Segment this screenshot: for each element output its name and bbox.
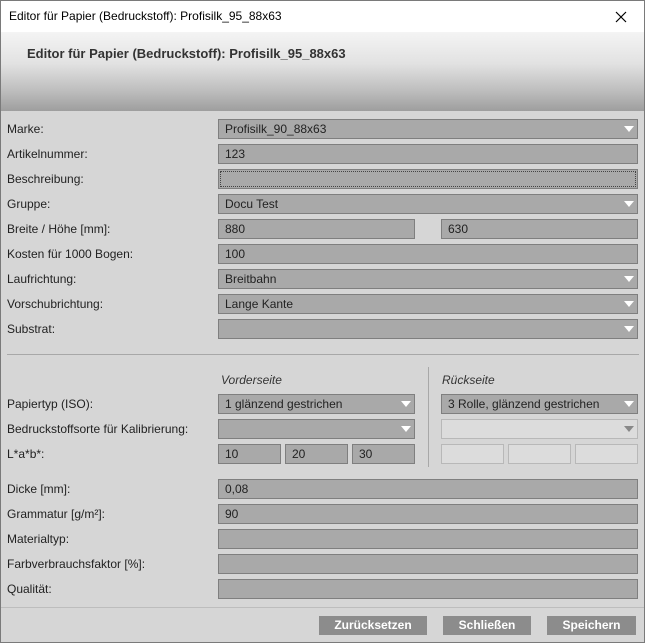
lab-back-b-input[interactable] (575, 444, 638, 464)
bedruckstoffsorte-front-select[interactable] (218, 419, 415, 439)
chevron-down-icon (621, 420, 637, 438)
lab-front-l-input[interactable]: 10 (218, 444, 281, 464)
bedruckstoffsorte-back-select[interactable] (441, 419, 638, 439)
back-side-heading: Rückseite (442, 373, 495, 387)
vorschubrichtung-value: Lange Kante (225, 297, 294, 311)
chevron-down-icon (621, 320, 637, 338)
chevron-down-icon (621, 270, 637, 288)
column-divider (428, 367, 429, 467)
dialog-header: Editor für Papier (Bedruckstoff): Profis… (1, 32, 644, 111)
section-divider (7, 354, 639, 355)
farbverbrauch-input[interactable] (218, 554, 638, 574)
marke-value: Profisilk_90_88x63 (225, 122, 327, 136)
gruppe-label: Gruppe: (7, 197, 51, 211)
hoehe-input[interactable]: 630 (441, 219, 638, 239)
papiertyp-back-value: 3 Rolle, glänzend gestrichen (448, 397, 600, 411)
laufrichtung-value: Breitbahn (225, 272, 277, 286)
chevron-down-icon (621, 195, 637, 213)
front-side-heading: Vorderseite (221, 373, 282, 387)
laufrichtung-select[interactable]: Breitbahn (218, 269, 638, 289)
chevron-down-icon (621, 120, 637, 138)
chevron-down-icon (621, 295, 637, 313)
artikelnummer-input[interactable]: 123 (218, 144, 638, 164)
beschreibung-input[interactable] (218, 169, 638, 189)
materialtyp-input[interactable] (218, 529, 638, 549)
laufrichtung-label: Laufrichtung: (7, 272, 77, 286)
breite-input[interactable]: 880 (218, 219, 415, 239)
gruppe-value: Docu Test (225, 197, 279, 211)
editor-window: Editor für Papier (Bedruckstoff): Profis… (0, 0, 645, 643)
chevron-down-icon (398, 420, 414, 438)
lab-label: L*a*b*: (7, 447, 45, 461)
save-button[interactable]: Speichern (547, 616, 636, 635)
chevron-down-icon (621, 395, 637, 413)
papiertyp-front-select[interactable]: 1 glänzend gestrichen (218, 394, 415, 414)
lab-front-b-input[interactable]: 30 (352, 444, 415, 464)
materialtyp-label: Materialtyp: (7, 532, 70, 546)
close-dialog-button[interactable]: Schließen (443, 616, 531, 635)
beschreibung-label: Beschreibung: (7, 172, 84, 186)
papiertyp-front-value: 1 glänzend gestrichen (225, 397, 343, 411)
marke-select[interactable]: Profisilk_90_88x63 (218, 119, 638, 139)
grammatur-input[interactable]: 90 (218, 504, 638, 524)
marke-label: Marke: (7, 122, 44, 136)
button-bar: Zurücksetzen Schließen Speichern (1, 607, 644, 642)
dicke-label: Dicke [mm]: (7, 482, 71, 496)
kosten-label: Kosten für 1000 Bogen: (7, 247, 134, 261)
qualitaet-input[interactable] (218, 579, 638, 599)
close-icon (615, 11, 627, 22)
vorschubrichtung-select[interactable]: Lange Kante (218, 294, 638, 314)
vorschubrichtung-label: Vorschubrichtung: (7, 297, 104, 311)
grammatur-label: Grammatur [g/m²]: (7, 507, 106, 521)
title-bar: Editor für Papier (Bedruckstoff): Profis… (1, 1, 644, 32)
bedruckstoffsorte-label: Bedruckstoffsorte für Kalibrierung: (7, 422, 189, 436)
papiertyp-back-select[interactable]: 3 Rolle, glänzend gestrichen (441, 394, 638, 414)
gruppe-select[interactable]: Docu Test (218, 194, 638, 214)
artikelnummer-label: Artikelnummer: (7, 147, 88, 161)
header-title: Editor für Papier (Bedruckstoff): Profis… (27, 46, 346, 61)
close-button[interactable] (598, 1, 644, 32)
substrat-select[interactable] (218, 319, 638, 339)
substrat-label: Substrat: (7, 322, 56, 336)
lab-front-a-input[interactable]: 20 (285, 444, 348, 464)
lab-back-l-input[interactable] (441, 444, 504, 464)
reset-button[interactable]: Zurücksetzen (319, 616, 427, 635)
chevron-down-icon (398, 395, 414, 413)
breite-hoehe-label: Breite / Höhe [mm]: (7, 222, 111, 236)
farbverbrauch-label: Farbverbrauchsfaktor [%]: (7, 557, 146, 571)
papiertyp-label: Papiertyp (ISO): (7, 397, 94, 411)
lab-back-a-input[interactable] (508, 444, 571, 464)
kosten-input[interactable]: 100 (218, 244, 638, 264)
window-title: Editor für Papier (Bedruckstoff): Profis… (9, 9, 282, 23)
dicke-input[interactable]: 0,08 (218, 479, 638, 499)
qualitaet-label: Qualität: (7, 582, 52, 596)
